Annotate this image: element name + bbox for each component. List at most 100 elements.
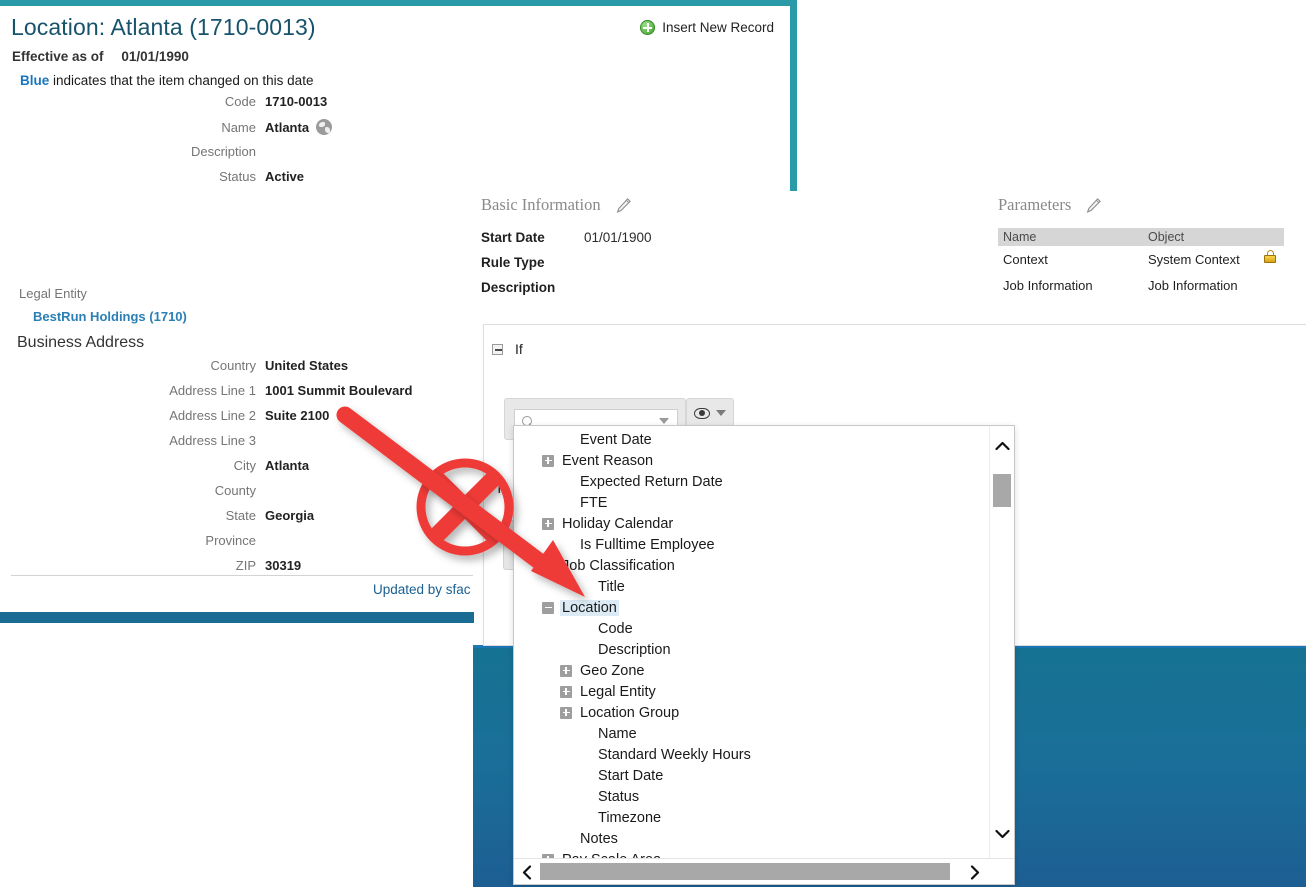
- collapse-node-icon[interactable]: [542, 601, 554, 614]
- field-label: Description: [190, 144, 256, 159]
- bottom-strip: [0, 887, 1306, 892]
- dropdown-horizontal-scrollbar[interactable]: [514, 858, 1014, 884]
- dropdown-scroll-thumb[interactable]: [993, 474, 1011, 507]
- blue-legend-keyword: Blue: [20, 73, 50, 88]
- legal-entity-label: Legal Entity: [19, 286, 87, 301]
- chevron-down-icon[interactable]: [990, 824, 1014, 844]
- dropdown-item[interactable]: Geo Zone: [514, 660, 984, 681]
- table-row[interactable]: Context System Context: [998, 246, 1284, 272]
- pencil-icon[interactable]: [1085, 197, 1102, 214]
- legal-entity-link[interactable]: BestRun Holdings (1710): [33, 309, 187, 324]
- footer-divider: [11, 575, 473, 576]
- dropdown-item-label: Holiday Calendar: [562, 515, 674, 532]
- field-value: Georgia: [265, 508, 315, 523]
- collapse-node-icon[interactable]: [542, 559, 554, 572]
- basic-info-row: Rule Type: [481, 255, 652, 280]
- chevron-down-icon[interactable]: [659, 418, 669, 424]
- chevron-right-icon[interactable]: [962, 859, 988, 884]
- dropdown-item-label: Start Date: [598, 767, 664, 784]
- field-picker-list: Event Date Event Reason Expected Return Da…: [514, 429, 984, 868]
- dropdown-item[interactable]: Status: [514, 786, 984, 807]
- dropdown-item[interactable]: Event Date: [514, 429, 984, 450]
- dropdown-item-label: Title: [598, 578, 625, 595]
- business-address-field-list: Country United States Address Line 1 1001 S…: [0, 358, 480, 583]
- location-panel: Location: Atlanta (1710-0013) Insert New…: [0, 0, 797, 284]
- address-field-row: ZIP 30319: [0, 558, 480, 583]
- address-field-row: Country United States: [0, 358, 480, 383]
- chevron-up-icon[interactable]: [990, 436, 1014, 456]
- dropdown-vertical-scrollbar[interactable]: [989, 426, 1014, 861]
- basic-info-key: Description: [481, 280, 556, 295]
- expand-node-icon[interactable]: [542, 454, 554, 467]
- dropdown-item[interactable]: Title: [514, 576, 984, 597]
- field-label: State: [225, 508, 256, 523]
- expand-node-icon[interactable]: [560, 685, 572, 698]
- dropdown-item[interactable]: Standard Weekly Hours: [514, 744, 984, 765]
- insert-new-record-label: Insert New Record: [662, 20, 774, 35]
- parameter-object: System Context: [1148, 251, 1240, 267]
- field-value: Suite 2100: [265, 408, 330, 423]
- updated-by-link[interactable]: Updated by sfac: [373, 582, 471, 597]
- location-field-row: Code 1710-0013: [0, 94, 480, 119]
- dropdown-hscroll-thumb[interactable]: [540, 863, 950, 880]
- dropdown-item[interactable]: Location: [514, 597, 984, 618]
- basic-info-key: Rule Type: [481, 255, 545, 270]
- dropdown-item[interactable]: Job Classification: [514, 555, 984, 576]
- dropdown-item[interactable]: Code: [514, 618, 984, 639]
- dropdown-item[interactable]: Legal Entity: [514, 681, 984, 702]
- field-label: Code: [224, 94, 256, 109]
- expand-node-icon[interactable]: [542, 517, 554, 530]
- basic-information-title: Basic Information: [481, 195, 601, 214]
- chevron-down-icon[interactable]: [716, 410, 726, 416]
- dropdown-item[interactable]: FTE: [514, 492, 984, 513]
- dropdown-item-label: Description: [598, 641, 671, 658]
- dropdown-item[interactable]: Expected Return Date: [514, 471, 984, 492]
- dropdown-item[interactable]: Location Group: [514, 702, 984, 723]
- effective-as-of: Effective as of 01/01/1990: [12, 49, 189, 64]
- dropdown-item[interactable]: Event Reason: [514, 450, 984, 471]
- dropdown-item-label: Name: [598, 725, 637, 742]
- field-value: 1710-0013: [265, 94, 327, 109]
- expand-node-icon[interactable]: [560, 706, 572, 719]
- field-value-text: Atlanta: [265, 119, 310, 135]
- dropdown-item-label: Status: [598, 788, 640, 805]
- business-address-heading: Business Address: [17, 334, 145, 351]
- pencil-icon[interactable]: [615, 197, 632, 214]
- dropdown-item[interactable]: Timezone: [514, 807, 984, 828]
- basic-info-key: Start Date: [481, 230, 545, 245]
- dropdown-item[interactable]: Name: [514, 723, 984, 744]
- address-field-row: State Georgia: [0, 508, 480, 533]
- collapse-if-toggle[interactable]: [492, 343, 503, 355]
- dropdown-item[interactable]: Description: [514, 639, 984, 660]
- screen-root: Location: Atlanta (1710-0013) Insert New…: [0, 0, 1306, 892]
- parameters-table: Name Object Context System Context Job Inf…: [998, 228, 1284, 298]
- globe-icon[interactable]: [316, 119, 333, 135]
- table-row[interactable]: Job Information Job Information: [998, 272, 1284, 298]
- dropdown-item[interactable]: Notes: [514, 828, 984, 849]
- panel-bottom-blue-band: [0, 612, 474, 623]
- eye-icon[interactable]: [694, 407, 710, 419]
- insert-new-record-button[interactable]: Insert New Record: [640, 20, 774, 35]
- dropdown-item-label: Event Date: [580, 431, 652, 448]
- location-field-row: Description: [0, 144, 480, 169]
- chevron-left-icon[interactable]: [514, 859, 540, 884]
- dropdown-item[interactable]: Is Fulltime Employee: [514, 534, 984, 555]
- dropdown-item-label: Location: [560, 599, 619, 616]
- address-field-row: Province: [0, 533, 480, 558]
- dropdown-item[interactable]: Holiday Calendar: [514, 513, 984, 534]
- dropdown-item-label: Geo Zone: [580, 662, 645, 679]
- dropdown-item-label: Legal Entity: [580, 683, 656, 700]
- dropdown-item[interactable]: Start Date: [514, 765, 984, 786]
- basic-info-row: Start Date 01/01/1900: [481, 230, 652, 255]
- basic-information-header: Basic Information: [481, 195, 632, 215]
- address-field-row: County: [0, 483, 480, 508]
- field-picker-dropdown: Event Date Event Reason Expected Return Da…: [513, 425, 1015, 885]
- field-label: Province: [205, 533, 256, 548]
- effective-label: Effective as of: [12, 49, 104, 64]
- field-value-text: 1710-0013: [265, 94, 328, 109]
- lock-icon: [1264, 250, 1276, 263]
- expand-node-icon[interactable]: [560, 664, 572, 677]
- basic-info-value: 01/01/1900: [584, 230, 652, 245]
- field-value: Atlanta: [265, 458, 310, 473]
- field-label: ZIP: [235, 558, 256, 573]
